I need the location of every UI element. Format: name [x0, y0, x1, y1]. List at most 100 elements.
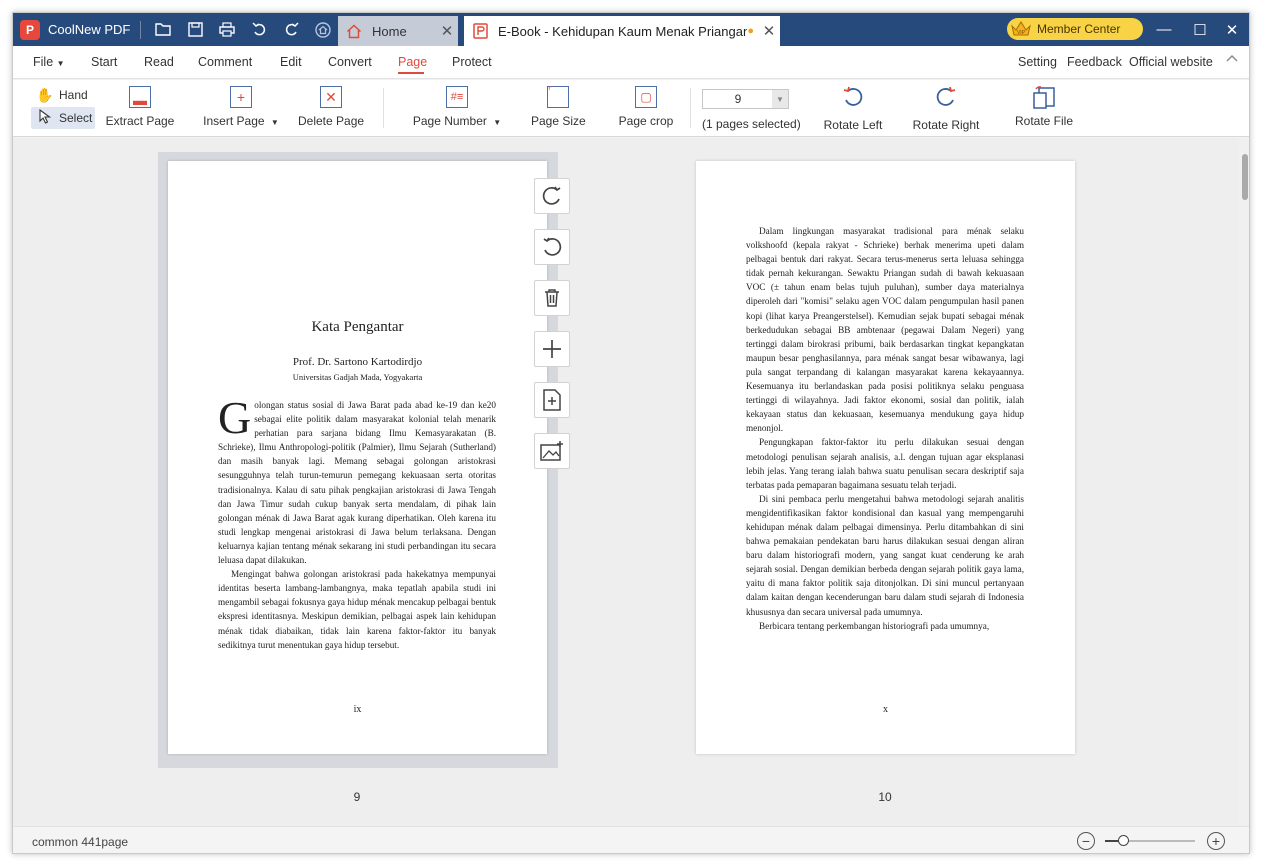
rotate-right-icon[interactable] — [534, 178, 570, 214]
menu-feedback[interactable]: Feedback — [1067, 55, 1122, 69]
page-count-label: common 441page — [32, 835, 129, 849]
home-circle-icon[interactable] — [307, 13, 339, 46]
cursor-arrow-icon — [35, 108, 55, 127]
menu-file-label: File — [33, 55, 54, 69]
tab-home-label: Home — [372, 23, 407, 39]
tab-home[interactable]: Home ✕ — [338, 16, 458, 46]
collapse-ribbon-icon[interactable] — [1225, 52, 1239, 66]
chevron-down-icon: ▼ — [270, 118, 279, 127]
member-center-button[interactable]: VIP Member Center — [1007, 18, 1143, 40]
chevron-down-icon[interactable]: ▼ — [772, 90, 788, 108]
insert-page-icon[interactable] — [534, 382, 570, 418]
rotate-file-label: Rotate File — [1014, 114, 1074, 128]
page-body-text: Dalam lingkungan masyarakat tradisional … — [746, 224, 1024, 633]
undo-icon[interactable] — [243, 13, 275, 46]
select-label: Select — [59, 111, 93, 125]
paragraph: Pengungkapan faktor-faktor itu perlu dil… — [746, 437, 1024, 490]
menu-comment[interactable]: Comment — [198, 55, 252, 69]
tab-document[interactable]: E-Book - Kehidupan Kaum Menak Priangan (… — [464, 16, 780, 46]
pages-selected-label: (1 pages selected) — [702, 117, 801, 131]
rotate-left-button[interactable]: Rotate Left — [821, 86, 885, 132]
chevron-down-icon: ▼ — [56, 59, 65, 68]
tab-home-close-icon[interactable]: ✕ — [436, 22, 458, 40]
menu-page[interactable]: Page — [398, 55, 427, 69]
page-size-button[interactable]: ⌜ Page Size — [531, 86, 586, 128]
insert-page-label: Insert Page ▼ — [203, 114, 279, 128]
tab-document-close-icon[interactable]: ✕ — [758, 22, 780, 40]
page-thumbnail-number: 9 — [353, 790, 361, 804]
scrollbar-thumb[interactable] — [1242, 154, 1248, 200]
print-icon[interactable] — [211, 13, 243, 46]
menu-read[interactable]: Read — [144, 55, 174, 69]
page-crop-button[interactable]: ▢ Page crop — [617, 86, 675, 128]
minimize-button[interactable]: — — [1145, 13, 1183, 46]
delete-page-icon: ✕ — [320, 86, 342, 108]
paragraph: Mengingat bahwa golongan aristokrasi pad… — [218, 569, 496, 650]
select-tool-button[interactable]: Select — [31, 107, 95, 129]
delete-page-button[interactable]: ✕ Delete Page — [298, 86, 364, 128]
page-floating-toolbar — [534, 178, 570, 484]
open-folder-icon[interactable] — [147, 13, 179, 46]
close-button[interactable]: ✕ — [1213, 13, 1249, 46]
paragraph: Di sini pembaca perlu mengetahui bahwa m… — [746, 493, 1024, 617]
page-crop-label: Page crop — [618, 114, 674, 128]
menu-convert[interactable]: Convert — [328, 55, 372, 69]
rotate-left-label: Rotate Left — [823, 118, 883, 132]
app-name: CoolNew PDF — [48, 22, 131, 37]
member-center-label: Member Center — [1037, 22, 1121, 36]
title-bar: P CoolNew PDF Home ✕ E-Book - Kehidupan … — [13, 13, 1249, 46]
menu-official-website[interactable]: Official website — [1129, 55, 1213, 69]
page-size-label: Page Size — [531, 114, 586, 128]
delete-page-icon[interactable] — [534, 280, 570, 316]
add-icon[interactable] — [534, 331, 570, 367]
pdf-page-9[interactable]: Kata Pengantar Prof. Dr. Sartono Kartodi… — [168, 161, 547, 754]
status-bar: common 441page − + — [13, 826, 1249, 853]
zoom-slider-handle[interactable] — [1118, 835, 1129, 846]
document-viewer[interactable]: Kata Pengantar Prof. Dr. Sartono Kartodi… — [13, 138, 1249, 826]
page-size-icon: ⌜ — [547, 86, 569, 108]
hand-tool-button[interactable]: ✋ Hand — [31, 84, 88, 106]
menu-bar: File ▼ Start Read Comment Edit Convert P… — [13, 46, 1249, 79]
page-footer-number: x — [883, 704, 888, 715]
pdf-page-10[interactable]: Dalam lingkungan masyarakat tradisional … — [696, 161, 1075, 754]
zoom-in-icon[interactable]: + — [1207, 832, 1225, 850]
page-range-input[interactable]: ▼ — [702, 89, 789, 109]
page-author: Prof. Dr. Sartono Kartodirdjo — [292, 356, 423, 368]
rotate-right-button[interactable]: Rotate Right — [911, 86, 981, 132]
app-window: P CoolNew PDF Home ✕ E-Book - Kehidupan … — [12, 12, 1250, 854]
extract-page-icon: ▬ — [129, 86, 151, 108]
page-thumbnail-number: 10 — [878, 790, 892, 804]
zoom-out-icon[interactable]: − — [1077, 832, 1095, 850]
ribbon-separator — [690, 88, 691, 128]
extract-page-button[interactable]: ▬ Extract Page — [104, 86, 176, 128]
rotate-right-label: Rotate Right — [912, 118, 980, 132]
zoom-slider[interactable] — [1105, 835, 1195, 846]
page-number-button[interactable]: #≡ Page Number ▼ — [411, 86, 503, 128]
rotate-file-button[interactable]: Rotate File — [1013, 86, 1075, 128]
paragraph: Berbicara tentang perkembangan historiog… — [759, 620, 990, 631]
menu-file[interactable]: File ▼ — [33, 55, 65, 69]
drop-cap: G — [218, 392, 252, 443]
vertical-scrollbar[interactable] — [1239, 138, 1249, 826]
title-separator — [140, 20, 141, 39]
menu-setting[interactable]: Setting — [1018, 55, 1057, 69]
page-range-field[interactable] — [703, 90, 773, 108]
insert-image-icon[interactable] — [534, 433, 570, 469]
page-footer-number: ix — [353, 704, 362, 715]
paragraph: Dalam lingkungan masyarakat tradisional … — [746, 226, 1024, 434]
menu-edit[interactable]: Edit — [280, 55, 302, 69]
menu-start[interactable]: Start — [91, 55, 117, 69]
insert-page-button[interactable]: + Insert Page ▼ — [201, 86, 281, 128]
rotate-left-icon[interactable] — [534, 229, 570, 265]
redo-icon[interactable] — [275, 13, 307, 46]
page-crop-icon: ▢ — [635, 86, 657, 108]
svg-text:VIP: VIP — [1017, 30, 1026, 36]
rotate-left-icon — [821, 86, 885, 112]
page-number-icon: #≡ — [446, 86, 468, 108]
menu-protect[interactable]: Protect — [452, 55, 492, 69]
app-logo-icon: P — [20, 19, 40, 40]
vip-crown-icon: VIP — [1009, 19, 1033, 39]
paragraph: Golongan status sosial di Jawa Barat pad… — [218, 392, 496, 566]
save-icon[interactable] — [179, 13, 211, 46]
hand-label: Hand — [59, 88, 88, 102]
